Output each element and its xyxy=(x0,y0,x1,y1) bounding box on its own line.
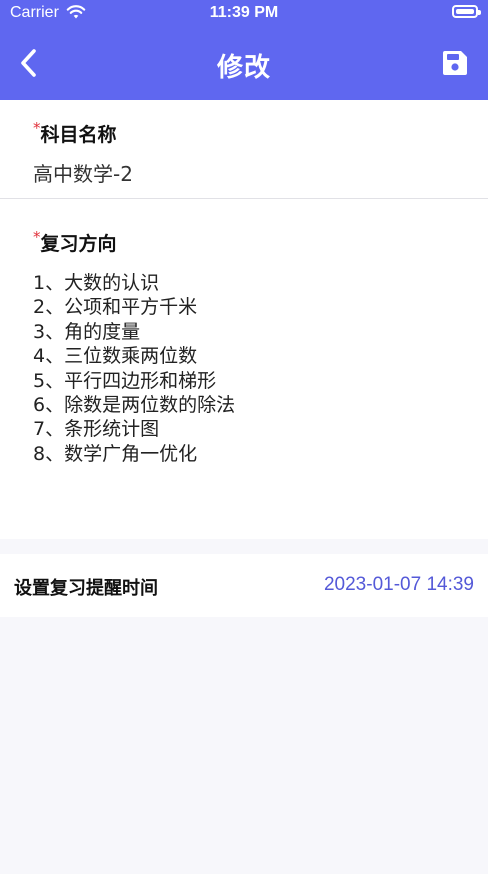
battery-icon xyxy=(452,5,481,18)
floppy-disk-icon xyxy=(443,51,467,75)
list-item: 8、数学广角一优化 xyxy=(33,442,198,465)
nav-bar: 修改 xyxy=(0,30,488,100)
subject-input[interactable]: 高中数学-2 xyxy=(33,158,133,187)
list-item: 2、公项和平方千米 xyxy=(33,296,198,319)
list-item: 6、除数是两位数的除法 xyxy=(33,394,236,417)
required-mark: * xyxy=(33,119,41,137)
subject-label-text: 科目名称 xyxy=(40,124,117,146)
status-time: 11:39 PM xyxy=(209,4,279,21)
review-direction-label-text: 复习方向 xyxy=(40,233,117,255)
reminder-label: 设置复习提醒时间 xyxy=(14,578,158,599)
list-item: 1、大数的认识 xyxy=(33,272,160,294)
list-item: 3、角的度量 xyxy=(33,320,141,343)
page-title: 修改 xyxy=(216,53,271,83)
list-item: 4、三位数乘两位数 xyxy=(33,345,198,368)
list-item: 5、平行四边形和梯形 xyxy=(33,369,217,392)
review-direction-textarea[interactable]: 1、大数的认识 2、公项和平方千米 3、角的度量 4、三位数乘两位数 5、平行四… xyxy=(33,271,235,466)
save-button[interactable] xyxy=(442,50,468,76)
review-direction-label: *复习方向 xyxy=(33,228,117,256)
reminder-time-picker[interactable]: 2023-01-07 14:39 xyxy=(324,574,474,596)
status-bar: Carrier 11:39 PM xyxy=(0,0,488,30)
subject-section: *科目名称 高中数学-2 xyxy=(0,100,488,198)
required-mark: * xyxy=(33,228,41,246)
list-item: 7、条形统计图 xyxy=(33,418,160,441)
subject-label: *科目名称 xyxy=(33,119,117,147)
review-direction-section: *复习方向 1、大数的认识 2、公项和平方千米 3、角的度量 4、三位数乘两位数… xyxy=(0,199,488,539)
reminder-row[interactable]: 设置复习提醒时间 2023-01-07 14:39 xyxy=(0,554,488,617)
app-header: Carrier 11:39 PM 修改 xyxy=(0,0,488,100)
